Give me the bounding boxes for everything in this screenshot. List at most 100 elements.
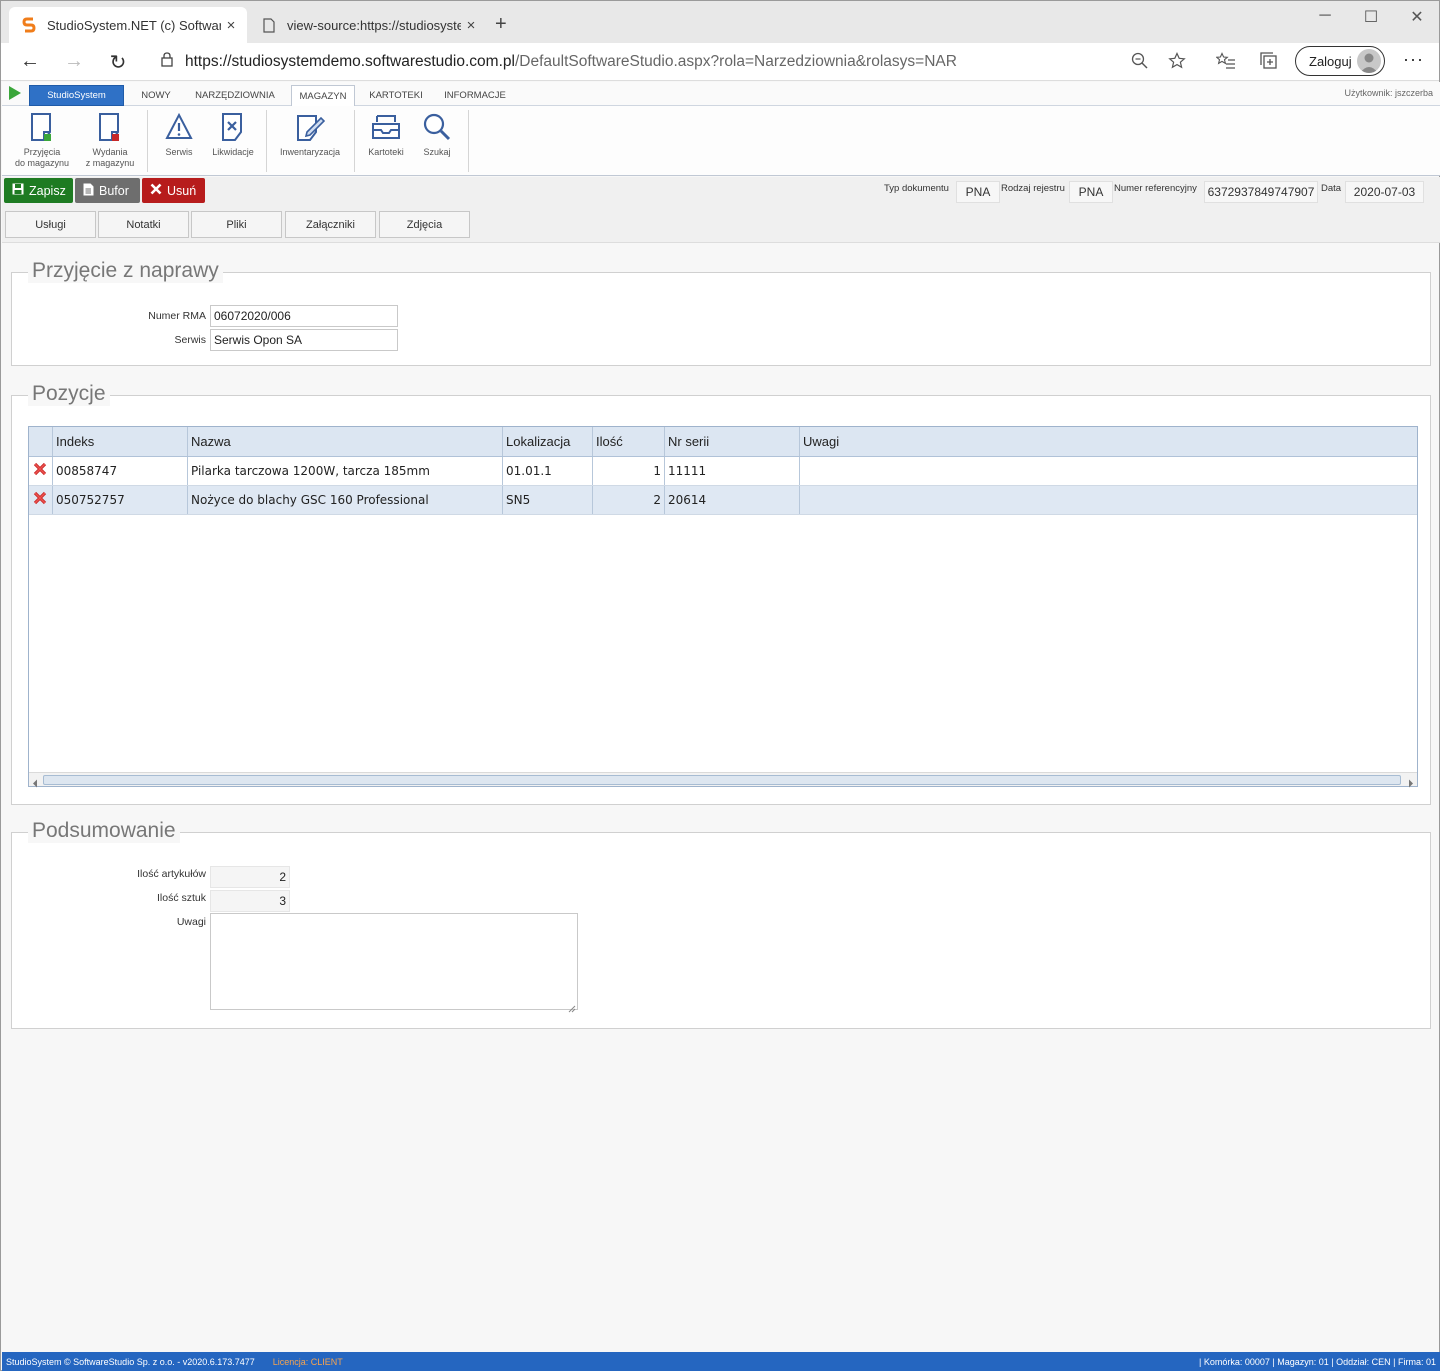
close-tab-icon[interactable]: × <box>221 17 241 34</box>
ribbon-toolbar: Przyjęcia do magazynu Wydania z magazynu… <box>2 106 1440 176</box>
register-type-value: PNA <box>1069 181 1113 203</box>
kartoteki-button[interactable]: Kartoteki <box>360 112 412 174</box>
document-delete-icon <box>222 113 242 141</box>
footer-license: Licencja: CLIENT <box>272 1356 343 1367</box>
menu-tab-kartoteki[interactable]: KARTOTEKI <box>364 85 428 106</box>
table-row[interactable]: 00858747 Pilarka tarczowa 1200W, tarcza … <box>29 457 1417 486</box>
status-footer: StudioSystem © SoftwareStudio Sp. z o.o.… <box>2 1352 1440 1371</box>
browser-tab-studiosystem[interactable]: StudioSystem.NET (c) SoftwareSt × <box>9 7 247 43</box>
col-header-nazwa[interactable]: Nazwa <box>187 427 502 456</box>
tab-zalaczniki[interactable]: Załączniki <box>285 211 376 238</box>
items-grid: Indeks Nazwa Lokalizacja Ilość Nr serii … <box>28 426 1418 788</box>
przyjecie-legend: Przyjęcie z naprawy <box>28 259 223 283</box>
item-count-value: 2 <box>210 866 290 888</box>
document-out-icon <box>99 113 119 141</box>
grid-header-action <box>29 427 52 456</box>
scrollbar-thumb[interactable] <box>43 775 1401 785</box>
przyjecie-fieldset: Przyjęcie z naprawy Numer RMA 06072020/0… <box>11 259 1431 366</box>
buffer-button[interactable]: Bufor <box>75 178 140 203</box>
zoom-icon[interactable] <box>1131 52 1149 75</box>
ribbon-label: Wydania <box>92 147 128 157</box>
table-row[interactable]: 050752757 Nożyce do blachy GSC 160 Profe… <box>29 486 1417 515</box>
browser-toolbar: ← → ↻ https://studiosystemdemo.softwares… <box>1 43 1439 81</box>
menu-tab-studiosystem[interactable]: StudioSystem <box>29 85 124 106</box>
collections-icon[interactable] <box>1260 52 1278 75</box>
ribbon-label: Szukaj <box>423 147 451 157</box>
close-tab-icon[interactable]: × <box>461 17 481 34</box>
notes-label: Uwagi <box>176 916 206 928</box>
minimize-button[interactable]: ─ <box>1302 7 1348 25</box>
menu-tab-informacje[interactable]: INFORMACJE <box>438 85 512 106</box>
reference-number-value: 6372937849747907 <box>1204 181 1318 203</box>
podsumowanie-fieldset: Podsumowanie Ilość artykułów 2 Ilość szt… <box>11 819 1431 1029</box>
rma-number-field[interactable]: 06072020/006 <box>210 305 398 327</box>
save-button[interactable]: Zapisz <box>4 178 73 203</box>
notes-textarea[interactable] <box>210 913 578 1010</box>
col-header-lokalizacja[interactable]: Lokalizacja <box>502 427 592 456</box>
scroll-left-icon[interactable] <box>32 775 38 793</box>
ribbon-separator <box>147 110 148 172</box>
szukaj-button[interactable]: Szukaj <box>414 112 460 174</box>
inbox-tray-icon <box>372 115 400 139</box>
new-tab-button[interactable]: + <box>495 13 507 36</box>
address-bar[interactable]: https://studiosystemdemo.softwarestudio.… <box>147 48 1199 76</box>
piece-count-value: 3 <box>210 890 290 912</box>
url-path: /DefaultSoftwareStudio.aspx?rola=Narzedz… <box>514 53 957 70</box>
service-label: Serwis <box>174 334 206 346</box>
play-icon[interactable] <box>7 85 22 106</box>
sign-in-button[interactable]: Zaloguj <box>1295 46 1385 76</box>
more-menu-icon[interactable]: ··· <box>1403 49 1424 70</box>
browser-window: StudioSystem.NET (c) SoftwareSt × view-s… <box>0 0 1440 1371</box>
tab-uslugi[interactable]: Usługi <box>5 211 96 238</box>
delete-button[interactable]: Usuń <box>142 178 205 203</box>
cell-lokalizacja: 01.01.1 <box>502 457 592 485</box>
cell-indeks: 050752757 <box>52 486 187 514</box>
col-header-ilosc[interactable]: Ilość <box>592 427 664 456</box>
browser-tab-bar: StudioSystem.NET (c) SoftwareSt × view-s… <box>1 1 1439 43</box>
wydania-z-magazynu-button[interactable]: Wydania z magazynu <box>78 112 142 174</box>
floppy-disk-icon <box>12 183 24 198</box>
menu-tab-narzedziownia[interactable]: NARZĘDZIOWNIA <box>188 85 282 106</box>
favorites-list-icon[interactable] <box>1215 52 1236 75</box>
ribbon-label: Przyjęcia <box>23 147 61 157</box>
piece-count-label: Ilość sztuk <box>156 892 206 904</box>
scroll-right-icon[interactable] <box>1408 775 1414 793</box>
maximize-button[interactable]: ☐ <box>1348 7 1394 27</box>
delete-row-icon[interactable] <box>33 462 47 476</box>
action-bar: Zapisz Bufor Usuń Typ dokumentu PNA Rodz… <box>2 177 1440 207</box>
przyjecia-do-magazynu-button[interactable]: Przyjęcia do magazynu <box>10 112 74 174</box>
back-icon[interactable]: ← <box>17 50 43 74</box>
item-count-label: Ilość artykułów <box>137 868 206 880</box>
likwidacje-button[interactable]: Likwidacje <box>207 112 259 174</box>
close-window-button[interactable]: ✕ <box>1394 7 1440 27</box>
col-header-indeks[interactable]: Indeks <box>52 427 187 456</box>
tab-pliki[interactable]: Pliki <box>191 211 282 238</box>
col-header-nr-serii[interactable]: Nr serii <box>664 427 799 456</box>
serwis-button[interactable]: Serwis <box>153 112 205 174</box>
tab-notatki[interactable]: Notatki <box>98 211 189 238</box>
cell-lokalizacja: SN5 <box>502 486 592 514</box>
service-field[interactable]: Serwis Opon SA <box>210 329 398 351</box>
browser-tab-view-source[interactable]: view-source:https://studiosysten × <box>249 7 487 43</box>
page-icon <box>261 17 277 33</box>
forward-icon[interactable]: → <box>61 50 87 74</box>
tab-zdjecia[interactable]: Zdjęcia <box>379 211 470 238</box>
refresh-icon[interactable]: ↻ <box>105 50 131 74</box>
resize-grip-icon[interactable] <box>568 1000 576 1018</box>
col-header-uwagi[interactable]: Uwagi <box>799 427 1417 456</box>
ribbon-separator <box>266 110 267 172</box>
pozycje-fieldset: Pozycje Indeks Nazwa Lokalizacja Ilość N… <box>11 382 1431 805</box>
horizontal-scrollbar[interactable] <box>29 772 1417 788</box>
lock-icon <box>161 52 173 72</box>
footer-copyright: StudioSystem © SoftwareStudio Sp. z o.o.… <box>6 1356 255 1367</box>
menu-tab-nowy[interactable]: NOWY <box>132 85 180 106</box>
delete-row-icon[interactable] <box>33 491 47 505</box>
menu-tab-magazyn[interactable]: MAGAZYN <box>291 85 355 107</box>
inwentaryzacja-button[interactable]: Inwentaryzacja <box>272 112 348 174</box>
ribbon-label: Kartoteki <box>368 147 404 157</box>
cell-nr-serii: 11111 <box>664 457 799 485</box>
sign-in-label: Zaloguj <box>1309 53 1352 69</box>
cell-uwagi <box>799 486 1417 514</box>
cell-nazwa: Nożyce do blachy GSC 160 Professional <box>187 486 502 514</box>
favorite-star-icon[interactable] <box>1168 52 1186 75</box>
